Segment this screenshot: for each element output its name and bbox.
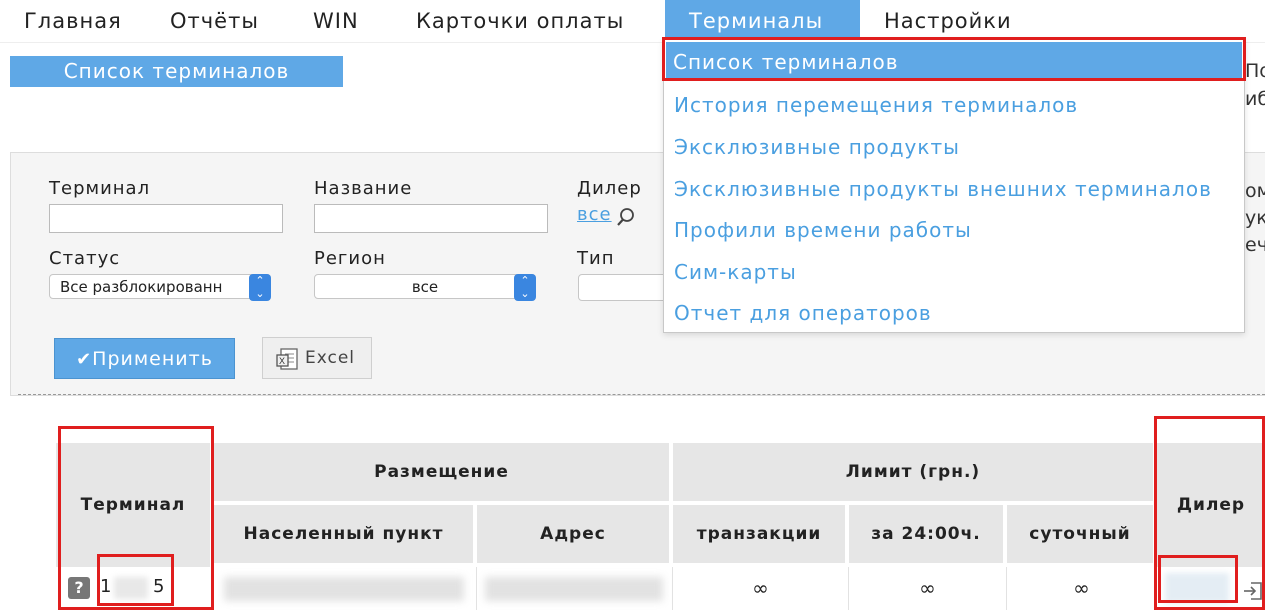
- status-filter-label: Статус: [49, 248, 121, 269]
- limit-column-header: Лимит (грн.): [673, 443, 1153, 501]
- excel-export-button[interactable]: X Excel: [262, 337, 372, 379]
- divider: [18, 394, 1265, 395]
- menu-item-sim-cards[interactable]: Сим-карты: [674, 260, 797, 284]
- menu-item-external-exclusive-products[interactable]: Эксклюзивные продукты внешних терминалов: [674, 177, 1212, 201]
- terminal-filter-label: Терминал: [49, 178, 151, 199]
- edge-text-3: ом: [1245, 180, 1265, 202]
- page-title: Список терминалов: [10, 56, 343, 87]
- menu-item-work-time-profiles[interactable]: Профили времени работы: [674, 218, 972, 242]
- search-icon[interactable]: [616, 207, 636, 227]
- highlight-terminal-id: [97, 554, 174, 606]
- nav-win[interactable]: WIN: [313, 0, 359, 42]
- table-row-24h-limit: ∞: [849, 567, 1007, 610]
- terminals-dropdown-menu: История перемещения терминалов Эксклюзив…: [663, 39, 1245, 333]
- edge-text-5: еч: [1245, 234, 1265, 256]
- nav-reports[interactable]: Отчёты: [170, 0, 259, 42]
- name-filter-label: Название: [314, 178, 413, 199]
- limit-24h-header[interactable]: за 24:00ч.: [849, 505, 1003, 563]
- dealer-filter-link[interactable]: все: [577, 204, 612, 225]
- select-chevron-icon: ⌃ ⌄: [249, 274, 271, 301]
- excel-icon: X: [276, 348, 298, 370]
- status-select-value: Все разблокированн: [60, 278, 223, 296]
- transactions-limit-header[interactable]: транзакции: [673, 505, 845, 563]
- table-row-address-cell: [477, 567, 673, 610]
- region-select[interactable]: все ⌃ ⌄: [314, 274, 536, 301]
- dealer-filter-label: Дилер: [577, 178, 642, 199]
- daily-limit-header[interactable]: суточный: [1007, 505, 1153, 563]
- nav-settings[interactable]: Настройки: [884, 0, 1012, 42]
- type-filter-label: Тип: [577, 248, 615, 269]
- table-row-daily-limit: ∞: [1007, 567, 1157, 610]
- terminal-filter-input[interactable]: [49, 204, 283, 233]
- region-filter-label: Регион: [314, 248, 386, 269]
- menu-item-exclusive-products[interactable]: Эксклюзивные продукты: [674, 135, 960, 159]
- table-row-locality-cell: [214, 567, 477, 610]
- address-column-header[interactable]: Адрес: [477, 505, 669, 563]
- menu-item-movement-history[interactable]: История перемещения терминалов: [674, 93, 1078, 117]
- highlight-terminal-list-item: [662, 37, 1246, 81]
- select-chevron-icon: ⌃ ⌄: [514, 274, 536, 301]
- terminals-table: Терминал Размещение Лимит (грн.) Дилер Н…: [56, 443, 1265, 610]
- type-select[interactable]: [578, 274, 670, 301]
- name-filter-input[interactable]: [314, 204, 548, 233]
- blurred-address: [485, 577, 663, 601]
- apply-button-label: Применить: [92, 348, 213, 370]
- edge-text-1: По: [1245, 60, 1265, 82]
- table-row-transactions-limit: ∞: [673, 567, 849, 610]
- check-icon: ✔: [76, 349, 93, 370]
- nav-payment-cards[interactable]: Карточки оплаты: [416, 0, 624, 42]
- nav-home[interactable]: Главная: [24, 0, 122, 42]
- menu-item-operator-report[interactable]: Отчет для операторов: [674, 301, 932, 325]
- apply-button[interactable]: ✔Применить: [54, 338, 235, 379]
- edge-text-4: ук: [1245, 207, 1265, 229]
- highlight-dealer-cell: [1158, 555, 1238, 603]
- edge-text-2: иб: [1245, 88, 1265, 110]
- placement-column-header: Размещение: [214, 443, 669, 501]
- svg-text:X: X: [279, 356, 286, 366]
- locality-column-header[interactable]: Населенный пункт: [214, 505, 473, 563]
- region-select-value: все: [411, 278, 439, 296]
- status-select[interactable]: Все разблокированн ⌃ ⌄: [49, 274, 271, 301]
- nav-terminals[interactable]: Терминалы: [665, 0, 860, 42]
- blurred-locality: [224, 577, 464, 601]
- excel-button-label: Excel: [305, 348, 356, 368]
